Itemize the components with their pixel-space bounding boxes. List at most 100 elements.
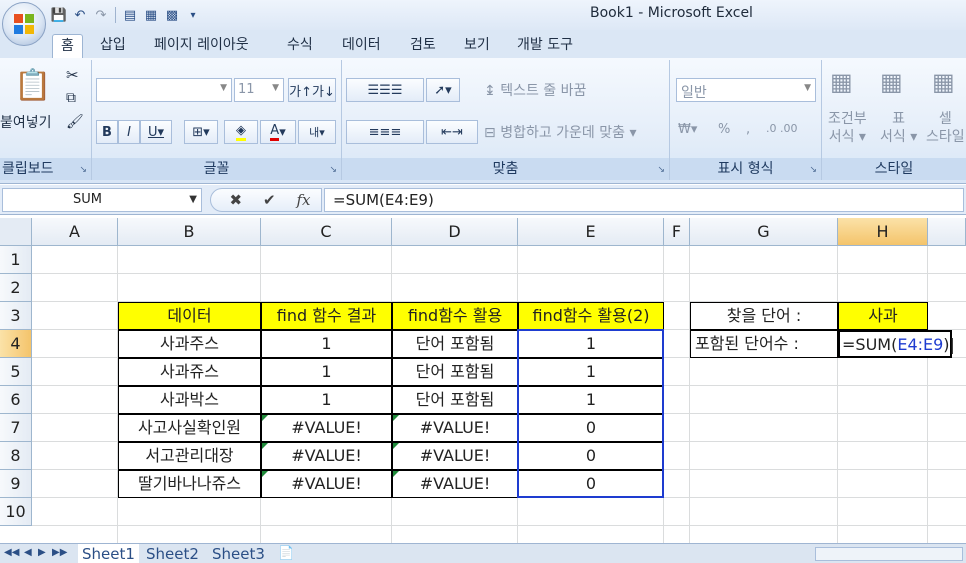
table-header-cell[interactable]: find 함수 결과 bbox=[261, 302, 392, 330]
table-cell[interactable]: 딸기바나나쥬스 bbox=[118, 470, 261, 498]
chart-icon[interactable]: ▦ bbox=[142, 6, 160, 24]
italic-button[interactable]: I bbox=[118, 120, 140, 144]
font-launcher-icon[interactable]: ↘ bbox=[329, 165, 337, 175]
vertical-align-buttons[interactable]: ☰☰☰ bbox=[346, 78, 424, 102]
decimal-buttons[interactable]: .0 .00 bbox=[766, 122, 798, 135]
table-cell[interactable]: 사과쥬스 bbox=[118, 358, 261, 386]
border-button[interactable]: ⊞▾ bbox=[184, 120, 218, 144]
search-label-cell[interactable]: 찾을 단어 : bbox=[690, 302, 838, 330]
search-value-cell[interactable]: 사과 bbox=[838, 302, 928, 330]
table-cell[interactable]: 서고관리대장 bbox=[118, 442, 261, 470]
number-format-select[interactable]: 일반 ▼ bbox=[676, 78, 816, 102]
row-header-6[interactable]: 6 bbox=[0, 386, 32, 414]
copy-icon[interactable]: ⧉ bbox=[66, 90, 76, 106]
column-header-H[interactable]: H bbox=[838, 218, 928, 246]
paste-button[interactable]: 붙여넣기 bbox=[0, 112, 52, 132]
column-header-A[interactable]: A bbox=[32, 218, 118, 246]
name-box[interactable]: SUM ▼ bbox=[2, 188, 202, 212]
row-header-1[interactable]: 1 bbox=[0, 246, 32, 274]
sheet-tab-1[interactable]: Sheet1 bbox=[78, 544, 139, 563]
row-header-9[interactable]: 9 bbox=[0, 470, 32, 498]
table-cell[interactable]: 단어 포함됨 bbox=[392, 386, 518, 414]
form-icon[interactable]: ▩ bbox=[163, 6, 181, 24]
clipboard-launcher-icon[interactable]: ↘ bbox=[79, 165, 87, 175]
worksheet-grid[interactable]: ABCDEFGH 1 2 3 4 5 6 7 8 9 10 데이터 find 함수 결과 find함수… bbox=[0, 218, 966, 543]
row-header-5[interactable]: 5 bbox=[0, 358, 32, 386]
font-color-button[interactable]: A ▾ bbox=[260, 120, 296, 144]
save-icon[interactable]: 💾 bbox=[50, 6, 68, 24]
font-name-input[interactable]: ▼ bbox=[96, 78, 232, 102]
column-header-D[interactable]: D bbox=[392, 218, 518, 246]
name-box-dropdown-icon[interactable]: ▼ bbox=[189, 189, 197, 211]
percent-button[interactable]: % bbox=[718, 122, 730, 137]
font-grow-shrink-button[interactable]: 가↑가↓ bbox=[288, 78, 336, 102]
sheet-tab-2[interactable]: Sheet2 bbox=[146, 544, 199, 563]
enter-icon[interactable]: ✔ bbox=[263, 191, 276, 209]
insert-sheet-icon[interactable]: 📄 bbox=[278, 544, 294, 563]
table-cell[interactable]: #VALUE! bbox=[392, 414, 518, 442]
underline-button[interactable]: U▾ bbox=[140, 120, 172, 144]
row-header-4[interactable]: 4 bbox=[0, 330, 32, 358]
table-cell[interactable]: 1 bbox=[261, 330, 392, 358]
table-header-cell[interactable]: find함수 활용 bbox=[392, 302, 518, 330]
prev-sheet-icon[interactable]: ◀ bbox=[24, 547, 32, 558]
fill-color-button[interactable]: ◈ bbox=[224, 120, 258, 144]
currency-button[interactable]: ₩▾ bbox=[678, 122, 697, 137]
orientation-button[interactable]: ➚▾ bbox=[426, 78, 460, 102]
font-size-input[interactable]: 11 ▼ bbox=[234, 78, 284, 102]
table-cell[interactable]: 단어 포함됨 bbox=[392, 330, 518, 358]
table-cell[interactable]: 단어 포함됨 bbox=[392, 358, 518, 386]
formula-input[interactable]: =SUM(E4:E9) bbox=[324, 188, 964, 212]
tab-formulas[interactable]: 수식 bbox=[287, 34, 313, 58]
tab-page-layout[interactable]: 페이지 레이아웃 bbox=[154, 34, 249, 58]
table-header-cell[interactable]: 데이터 bbox=[118, 302, 261, 330]
format-table-button[interactable]: 표 서식 ▾ bbox=[880, 110, 917, 146]
conditional-format-button[interactable]: 조건부 서식 ▾ bbox=[828, 110, 867, 146]
row-header-2[interactable]: 2 bbox=[0, 274, 32, 302]
sheet-tab-3[interactable]: Sheet3 bbox=[212, 544, 265, 563]
undo-icon[interactable]: ↶ bbox=[71, 6, 89, 24]
cell-styles-button[interactable]: 셀 스타일 bbox=[926, 110, 965, 146]
insert-function-icon[interactable]: fx bbox=[297, 191, 311, 209]
table-cell[interactable]: 사과박스 bbox=[118, 386, 261, 414]
column-header-E[interactable]: E bbox=[518, 218, 664, 246]
cancel-icon[interactable]: ✖ bbox=[229, 191, 242, 209]
table-cell[interactable]: #VALUE! bbox=[392, 470, 518, 498]
table-cell[interactable]: #VALUE! bbox=[261, 470, 392, 498]
editing-cell[interactable]: =SUM(E4:E9)| bbox=[838, 330, 955, 358]
horizontal-scrollbar[interactable] bbox=[815, 547, 963, 561]
horizontal-align-buttons[interactable]: ≡≡≡ bbox=[346, 120, 424, 144]
table-cell[interactable]: 사과주스 bbox=[118, 330, 261, 358]
column-header-G[interactable]: G bbox=[690, 218, 838, 246]
phonetic-button[interactable]: 내▾ bbox=[298, 120, 336, 144]
comma-button[interactable]: , bbox=[746, 122, 750, 137]
last-sheet-icon[interactable]: ▶▶ bbox=[52, 547, 67, 558]
column-header-F[interactable]: F bbox=[664, 218, 690, 246]
format-painter-icon[interactable]: 🖌 bbox=[66, 114, 84, 130]
tab-data[interactable]: 데이터 bbox=[342, 34, 381, 58]
row-header-8[interactable]: 8 bbox=[0, 442, 32, 470]
table-cell[interactable]: 1 bbox=[261, 358, 392, 386]
row-header-3[interactable]: 3 bbox=[0, 302, 32, 330]
number-launcher-icon[interactable]: ↘ bbox=[809, 165, 817, 175]
select-all-corner[interactable] bbox=[0, 218, 32, 246]
merge-center-button[interactable]: ⊟ 병합하고 가운데 맞춤 ▾ bbox=[484, 122, 637, 142]
column-header-C[interactable]: C bbox=[261, 218, 392, 246]
customize-qat-icon[interactable]: ▾ bbox=[184, 6, 202, 24]
count-label-cell[interactable]: 포함된 단어수 : bbox=[690, 330, 838, 358]
indent-buttons[interactable]: ⇤⇥ bbox=[426, 120, 478, 144]
tab-home[interactable]: 홈 bbox=[52, 34, 83, 58]
first-sheet-icon[interactable]: ◀◀ bbox=[4, 547, 19, 558]
table-cell[interactable]: 사고사실확인원 bbox=[118, 414, 261, 442]
tab-view[interactable]: 보기 bbox=[464, 34, 490, 58]
table-cell[interactable]: #VALUE! bbox=[261, 414, 392, 442]
wrap-text-button[interactable]: ↨ 텍스트 줄 바꿈 bbox=[484, 80, 586, 100]
bold-button[interactable]: B bbox=[96, 120, 118, 144]
column-header-B[interactable]: B bbox=[118, 218, 261, 246]
row-header-10[interactable]: 10 bbox=[0, 498, 32, 526]
table-cell[interactable]: #VALUE! bbox=[392, 442, 518, 470]
office-button[interactable] bbox=[2, 2, 46, 46]
tab-review[interactable]: 검토 bbox=[410, 34, 436, 58]
print-preview-icon[interactable]: ▤ bbox=[121, 6, 139, 24]
table-cell[interactable]: #VALUE! bbox=[261, 442, 392, 470]
